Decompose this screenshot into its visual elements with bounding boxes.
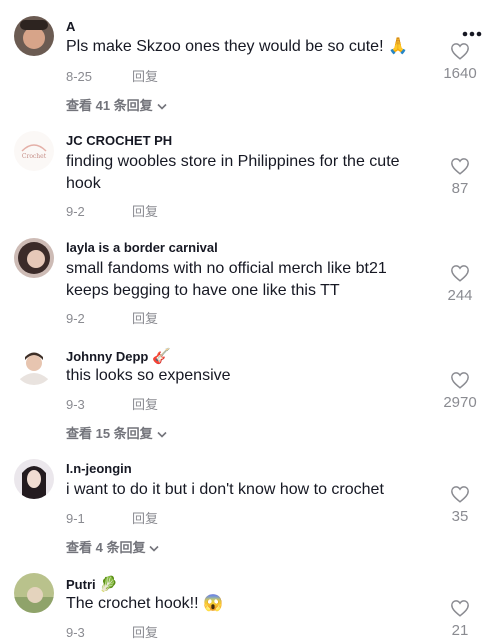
like-button[interactable]: 35 xyxy=(430,485,490,525)
comment-text: this looks so expensive xyxy=(66,367,231,384)
more-options-icon[interactable] xyxy=(462,24,482,42)
comment-date: 9-3 xyxy=(66,397,85,412)
comment-meta: 9-1 回复 xyxy=(66,508,158,527)
leafy-green-emoji-icon: 🥬 xyxy=(99,576,118,593)
comment-date: 9-3 xyxy=(66,625,85,640)
avatar[interactable] xyxy=(14,459,54,499)
comment-meta: 9-2 回复 xyxy=(66,308,158,327)
comment-meta: 8-25 回复 xyxy=(66,66,158,85)
heart-outline-icon xyxy=(451,265,469,282)
heart-outline-icon xyxy=(451,43,469,60)
like-button[interactable]: 244 xyxy=(430,264,490,304)
chevron-down-icon xyxy=(157,431,167,438)
guitar-emoji-icon: 🎸 xyxy=(151,348,171,365)
view-replies-button[interactable]: 查看 4 条回复 xyxy=(66,537,160,556)
reply-button[interactable]: 回复 xyxy=(132,69,158,84)
chevron-down-icon xyxy=(149,545,160,552)
reply-button[interactable]: 回复 xyxy=(132,204,158,219)
reply-button[interactable]: 回复 xyxy=(132,511,158,526)
like-button[interactable]: 87 xyxy=(430,157,490,197)
like-count: 244 xyxy=(447,287,473,304)
like-button[interactable]: 2970 xyxy=(430,371,490,411)
comment-username[interactable]: JC CROCHET PH xyxy=(66,133,172,148)
view-replies-button[interactable]: 查看 41 条回复 xyxy=(66,95,167,114)
comment-date: 9-2 xyxy=(66,311,85,326)
heart-outline-icon xyxy=(451,600,469,617)
comment-username[interactable]: I.n-jeongin xyxy=(66,461,132,476)
view-replies-label: 查看 4 条回复 xyxy=(66,540,146,555)
comment-username[interactable]: layla is a border carnival xyxy=(66,240,218,255)
like-count: 35 xyxy=(451,508,469,525)
avatar[interactable]: Crochet xyxy=(14,131,54,171)
comment-date: 9-2 xyxy=(66,204,85,219)
comment-username[interactable]: A xyxy=(66,19,75,34)
reply-button[interactable]: 回复 xyxy=(132,397,158,412)
like-button[interactable]: 21 xyxy=(430,599,490,639)
avatar[interactable] xyxy=(14,238,54,278)
view-replies-button[interactable]: 查看 15 条回复 xyxy=(66,423,167,442)
comment-text: Pls make Skzoo ones they would be so cut… xyxy=(66,38,408,55)
like-count: 21 xyxy=(451,622,469,639)
heart-outline-icon xyxy=(451,486,469,503)
reply-button[interactable]: 回复 xyxy=(132,311,158,326)
comment-meta: 9-3 回复 xyxy=(66,394,158,413)
comment-text: finding woobles store in Philippines for… xyxy=(66,153,400,192)
like-count: 1640 xyxy=(443,65,477,82)
comment-username[interactable]: Putri 🥬 xyxy=(66,575,118,593)
view-replies-label: 查看 41 条回复 xyxy=(66,98,153,113)
avatar[interactable] xyxy=(14,16,54,56)
username-text: Johnny Depp xyxy=(66,349,149,364)
heart-outline-icon xyxy=(451,372,469,389)
like-count: 87 xyxy=(451,180,469,197)
comment-date: 8-25 xyxy=(66,69,93,84)
comment-meta: 9-3 回复 xyxy=(66,622,158,641)
comment-text: The crochet hook!! 😱 xyxy=(66,595,223,612)
view-replies-label: 查看 15 条回复 xyxy=(66,426,153,441)
avatar[interactable] xyxy=(14,573,54,613)
heart-outline-icon xyxy=(451,158,469,175)
svg-text:Crochet: Crochet xyxy=(22,153,47,160)
comment-username[interactable]: Johnny Depp 🎸 xyxy=(66,347,171,365)
like-button[interactable]: 1640 xyxy=(430,42,490,82)
chevron-down-icon xyxy=(157,103,167,110)
comment-date: 9-1 xyxy=(66,511,85,526)
avatar[interactable] xyxy=(14,345,54,385)
like-count: 2970 xyxy=(443,394,477,411)
comment-text: small fandoms with no official merch lik… xyxy=(66,260,387,299)
reply-button[interactable]: 回复 xyxy=(132,625,158,640)
username-text: Putri xyxy=(66,577,96,592)
comment-text: i want to do it but i don't know how to … xyxy=(66,481,384,498)
comment-meta: 9-2 回复 xyxy=(66,201,158,220)
